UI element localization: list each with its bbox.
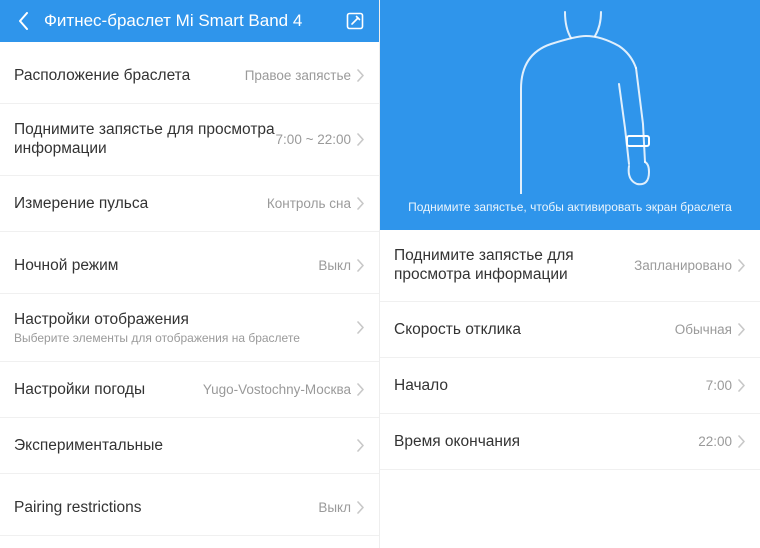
left-panel: Фитнес-браслет Mi Smart Band 4 Расположе…: [0, 0, 380, 548]
row-value: Контроль сна: [267, 196, 351, 211]
row-title: Начало: [394, 376, 706, 395]
body-outline-icon: [481, 4, 681, 194]
chevron-right-icon: [738, 323, 746, 336]
chevron-right-icon: [357, 197, 365, 210]
hero-illustration: Поднимите запястье, чтобы активировать э…: [380, 0, 760, 230]
row-title: Экспериментальные: [14, 436, 357, 455]
header-title: Фитнес-браслет Mi Smart Band 4: [36, 11, 343, 31]
row-title: Измерение пульса: [14, 194, 267, 213]
row-heart-rate[interactable]: Измерение пульса Контроль сна: [0, 176, 379, 232]
row-subtitle: Выберите элементы для отображения на бра…: [14, 331, 357, 345]
chevron-right-icon: [357, 69, 365, 82]
row-value: Запланировано: [634, 258, 732, 273]
row-title: Поднимите запястье для просмотра информа…: [394, 246, 634, 285]
chevron-right-icon: [357, 321, 365, 334]
chevron-right-icon: [738, 379, 746, 392]
row-title: Настройки отображения: [14, 310, 357, 329]
edit-button[interactable]: [343, 9, 367, 33]
row-band-location[interactable]: Расположение браслета Правое запястье: [0, 48, 379, 104]
row-value: Обычная: [675, 322, 732, 337]
hero-caption: Поднимите запястье, чтобы активировать э…: [380, 200, 760, 214]
back-button[interactable]: [12, 9, 36, 33]
row-lift-wrist-schedule[interactable]: Поднимите запястье для просмотра информа…: [380, 230, 760, 302]
row-title: Расположение браслета: [14, 66, 245, 85]
chevron-right-icon: [357, 501, 365, 514]
row-lift-wrist[interactable]: Поднимите запястье для просмотра информа…: [0, 104, 379, 176]
row-end-time[interactable]: Время окончания 22:00: [380, 414, 760, 470]
chevron-right-icon: [738, 435, 746, 448]
chevron-left-icon: [18, 12, 30, 30]
row-value: 7:00 ~ 22:00: [276, 132, 351, 147]
row-experimental[interactable]: Экспериментальные: [0, 418, 379, 474]
row-title: Поднимите запястье для просмотра информа…: [14, 120, 276, 159]
row-title: Pairing restrictions: [14, 498, 318, 517]
row-response-speed[interactable]: Скорость отклика Обычная: [380, 302, 760, 358]
row-title: Время окончания: [394, 432, 698, 451]
row-value: Выкл: [318, 258, 351, 273]
row-night-mode[interactable]: Ночной режим Выкл: [0, 238, 379, 294]
row-weather-settings[interactable]: Настройки погоды Yugo-Vostochny-Москва: [0, 362, 379, 418]
chevron-right-icon: [738, 259, 746, 272]
chevron-right-icon: [357, 133, 365, 146]
row-title: Скорость отклика: [394, 320, 675, 339]
row-value: Выкл: [318, 500, 351, 515]
chevron-right-icon: [357, 383, 365, 396]
row-value: 7:00: [706, 378, 732, 393]
row-start-time[interactable]: Начало 7:00: [380, 358, 760, 414]
row-value: Правое запястье: [245, 68, 351, 83]
edit-icon: [346, 12, 364, 30]
chevron-right-icon: [357, 439, 365, 452]
settings-list-left: Расположение браслета Правое запястье По…: [0, 42, 379, 548]
row-title: Ночной режим: [14, 256, 318, 275]
row-title: Настройки погоды: [14, 380, 203, 399]
row-display-settings[interactable]: Настройки отображения Выберите элементы …: [0, 294, 379, 362]
row-pairing-restrictions[interactable]: Pairing restrictions Выкл: [0, 480, 379, 536]
header-bar: Фитнес-браслет Mi Smart Band 4: [0, 0, 379, 42]
row-value: Yugo-Vostochny-Москва: [203, 382, 351, 397]
row-value: 22:00: [698, 434, 732, 449]
right-panel: Поднимите запястье, чтобы активировать э…: [380, 0, 760, 548]
settings-list-right: Поднимите запястье для просмотра информа…: [380, 230, 760, 548]
chevron-right-icon: [357, 259, 365, 272]
